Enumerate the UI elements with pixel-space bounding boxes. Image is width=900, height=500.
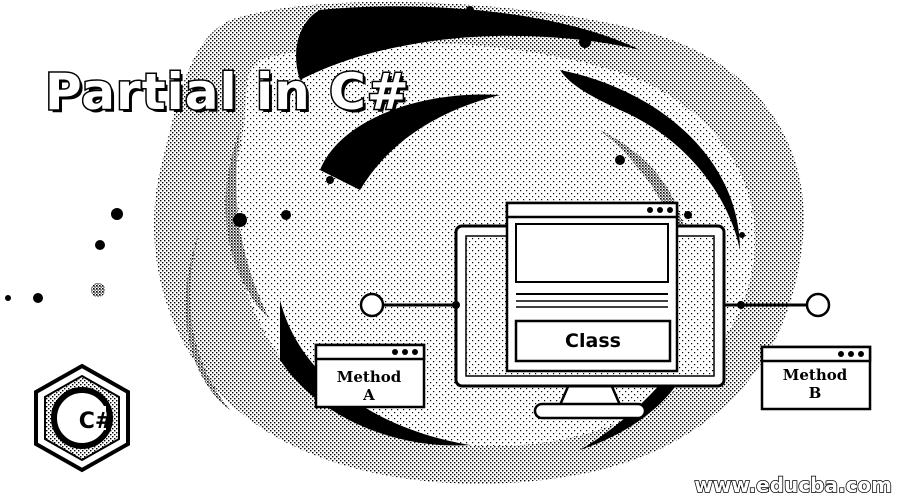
logo-text: C# — [79, 409, 114, 434]
method-b-label: Method B — [782, 366, 848, 402]
website-link[interactable]: www.educba.com — [694, 472, 893, 498]
method-a-label: Method A — [336, 368, 402, 404]
csharp-logo-icon: C# — [34, 363, 130, 473]
class-label: Class — [565, 330, 621, 352]
banner: Partial in C# Class Method A Method B C#… — [0, 0, 900, 500]
right-connector — [724, 292, 831, 318]
left-connector — [359, 292, 460, 318]
